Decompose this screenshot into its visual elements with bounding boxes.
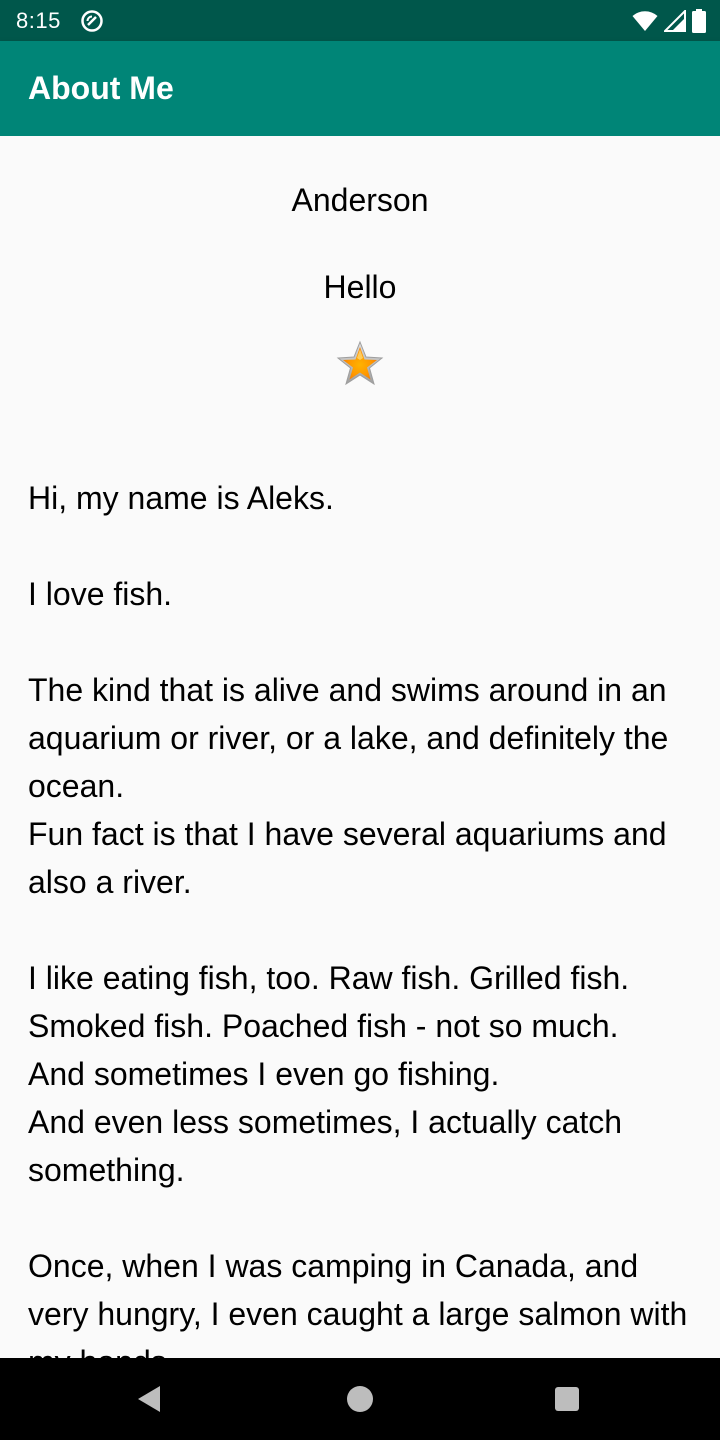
home-icon[interactable]	[347, 1386, 373, 1412]
battery-icon	[692, 9, 706, 33]
app-bar: About Me	[0, 41, 720, 136]
notification-sync-icon	[81, 10, 103, 32]
bio-text: Hi, my name is Aleks. I love fish. The k…	[28, 480, 688, 1358]
app-title: About Me	[28, 70, 174, 106]
recents-icon[interactable]	[555, 1387, 579, 1411]
name-text: Anderson	[291, 182, 429, 218]
status-time: 8:15	[16, 8, 61, 33]
scroll-content[interactable]: Anderson Hello Hi, my name is Aleks. I l…	[0, 136, 720, 1358]
back-icon[interactable]	[134, 1382, 168, 1416]
nickname-text[interactable]: Hello	[0, 269, 720, 306]
navigation-bar	[0, 1358, 720, 1440]
status-icons	[632, 9, 706, 33]
star-icon	[336, 340, 384, 388]
status-bar: 8:15	[0, 0, 720, 41]
signal-icon	[664, 10, 686, 32]
wifi-icon	[632, 11, 658, 31]
